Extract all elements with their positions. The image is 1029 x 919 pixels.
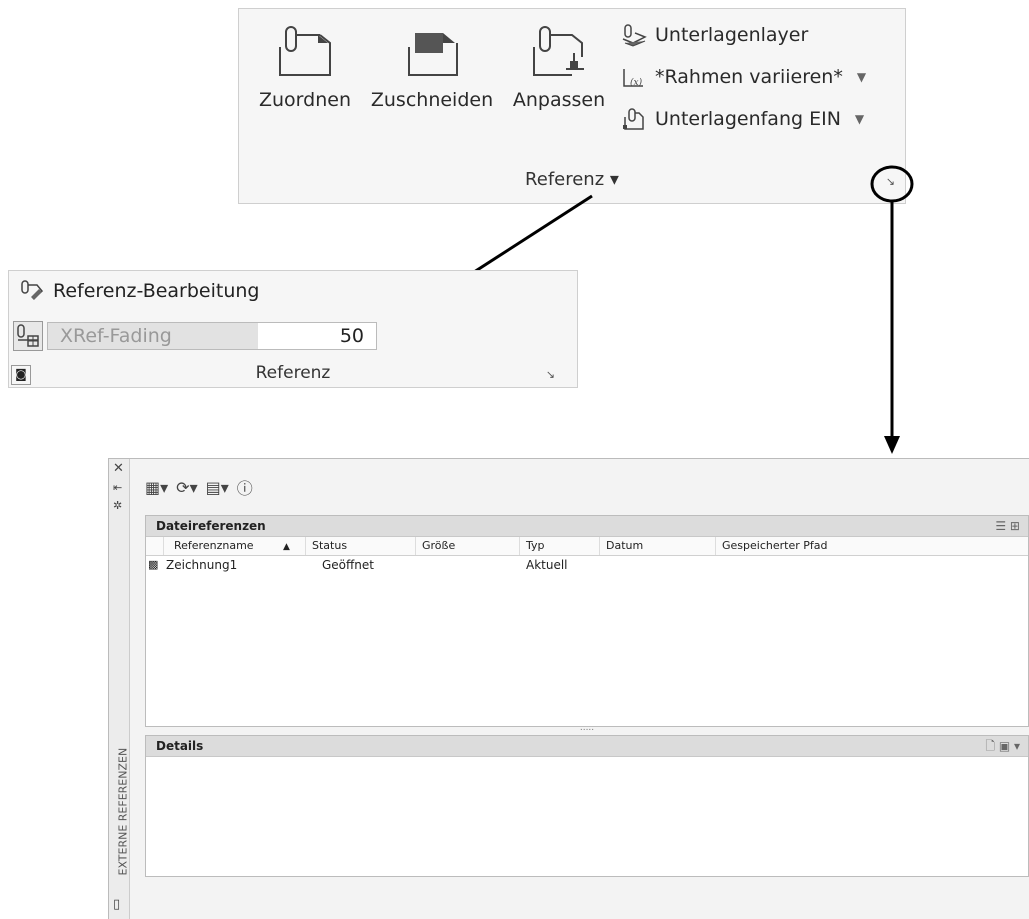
palette-toolbar: ▦▾ ⟳▾ ▤▾ ⓘ — [145, 475, 253, 499]
referenz-bearbeitung-button[interactable]: Referenz-Bearbeitung — [19, 279, 260, 303]
cell-date — [600, 556, 716, 574]
details-header: Details 🗋 ▣ ▾ — [146, 736, 1028, 757]
drawing-icon: ▩ — [148, 558, 159, 571]
cell-type: Aktuell — [526, 558, 568, 572]
table-row[interactable]: ▩ Zeichnung1 Geöffnet Aktuell — [146, 556, 1028, 574]
dateireferenzen-header: Dateireferenzen ☰ ⊞ — [146, 516, 1028, 537]
splitter-handle[interactable]: ..... — [145, 724, 1029, 733]
column-header[interactable]: Datum — [600, 537, 716, 555]
cell-status: Geöffnet — [322, 558, 374, 572]
column-header-label: Referenzname — [174, 539, 254, 552]
cell-path — [716, 556, 1028, 574]
icon-column-header — [146, 537, 164, 555]
clipboard-icon: ▯ — [113, 897, 121, 912]
column-header[interactable]: Gespeicherter Pfad — [716, 537, 1028, 555]
details-section: Details 🗋 ▣ ▾ — [145, 735, 1029, 877]
column-header[interactable]: Status — [306, 537, 416, 555]
refresh-icon[interactable]: ⟳▾ — [176, 478, 197, 497]
dateireferenzen-section: Dateireferenzen ☰ ⊞ Referenzname ▲ Statu… — [145, 515, 1029, 727]
column-header[interactable]: Größe — [416, 537, 520, 555]
attach-icon[interactable]: ▦▾ — [145, 478, 168, 497]
details-view-icon[interactable]: 🗋 ▣ ▾ — [985, 736, 1020, 756]
mini-panel-referenz: Referenz-Bearbeitung XRef-Fading 50 ◙ Re… — [8, 270, 578, 388]
externe-referenzen-palette: ✕ ⇤ ✲ EXTERNE REFERENZEN ▯ ▦▾ ⟳▾ ▤▾ ⓘ Da… — [108, 458, 1029, 919]
xref-fading-label: XRef-Fading — [60, 325, 172, 347]
column-header[interactable]: Typ — [520, 537, 600, 555]
mini-panel-title: Referenz — [255, 363, 331, 383]
sort-ascending-icon: ▲ — [283, 542, 290, 552]
column-header[interactable]: Referenzname ▲ — [164, 537, 306, 555]
palette-title: EXTERNE REFERENZEN — [116, 747, 130, 876]
change-path-icon[interactable]: ▤▾ — [206, 478, 229, 497]
highlight-circle — [870, 165, 914, 203]
help-icon[interactable]: ⓘ — [237, 475, 253, 499]
xref-fading-row: XRef-Fading 50 — [13, 321, 377, 351]
details-title: Details — [156, 739, 204, 753]
table-header: Referenzname ▲ Status Größe Typ Datum Ge… — [146, 537, 1028, 556]
autohide-icon[interactable]: ⇤ — [113, 481, 122, 494]
reference-edit-icon — [21, 280, 44, 300]
cell-name: Zeichnung1 — [166, 558, 238, 572]
palette-sidebar: ✕ ⇤ ✲ EXTERNE REFERENZEN ▯ — [109, 459, 130, 919]
properties-icon[interactable]: ✲ — [113, 499, 122, 512]
view-toggle-icon[interactable]: ☰ ⊞ — [995, 516, 1020, 536]
arrow-head — [884, 436, 900, 454]
panel-launcher-icon[interactable]: ↘ — [546, 368, 555, 381]
cell-size — [416, 556, 520, 574]
dateireferenzen-title: Dateireferenzen — [156, 519, 266, 533]
xref-fading-value: 50 — [339, 325, 364, 347]
close-icon[interactable]: ✕ — [113, 461, 124, 476]
referenz-bearbeitung-label: Referenz-Bearbeitung — [53, 280, 260, 302]
xref-fading-icon[interactable] — [13, 321, 43, 351]
xref-fading-slider[interactable]: XRef-Fading 50 — [47, 322, 377, 350]
